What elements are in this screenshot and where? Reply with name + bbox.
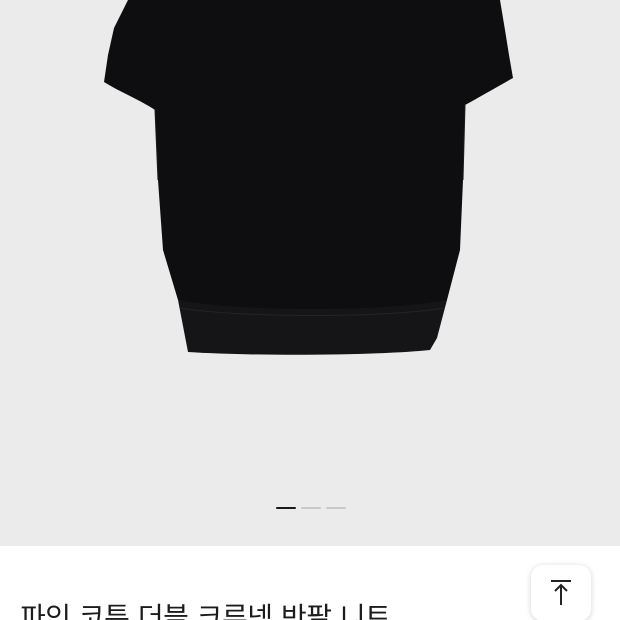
product-title: 파인 코튼 더블 크루넥 반팔 니트 (20, 601, 391, 620)
product-page: 파인 코튼 더블 크루넥 반팔 니트 (0, 0, 620, 620)
arrow-up-to-top-icon (551, 580, 571, 605)
product-image-gallery[interactable] (0, 0, 620, 546)
gallery-indicators (276, 507, 346, 511)
gallery-indicator-3[interactable] (326, 507, 346, 509)
knit-shirt-body (104, 0, 513, 318)
product-details: 파인 코튼 더블 크루넥 반팔 니트 (0, 546, 620, 620)
product-photo (104, 0, 513, 355)
gallery-indicator-1[interactable] (276, 507, 296, 509)
scroll-to-top-button[interactable] (531, 565, 591, 620)
gallery-indicator-2[interactable] (301, 507, 321, 509)
